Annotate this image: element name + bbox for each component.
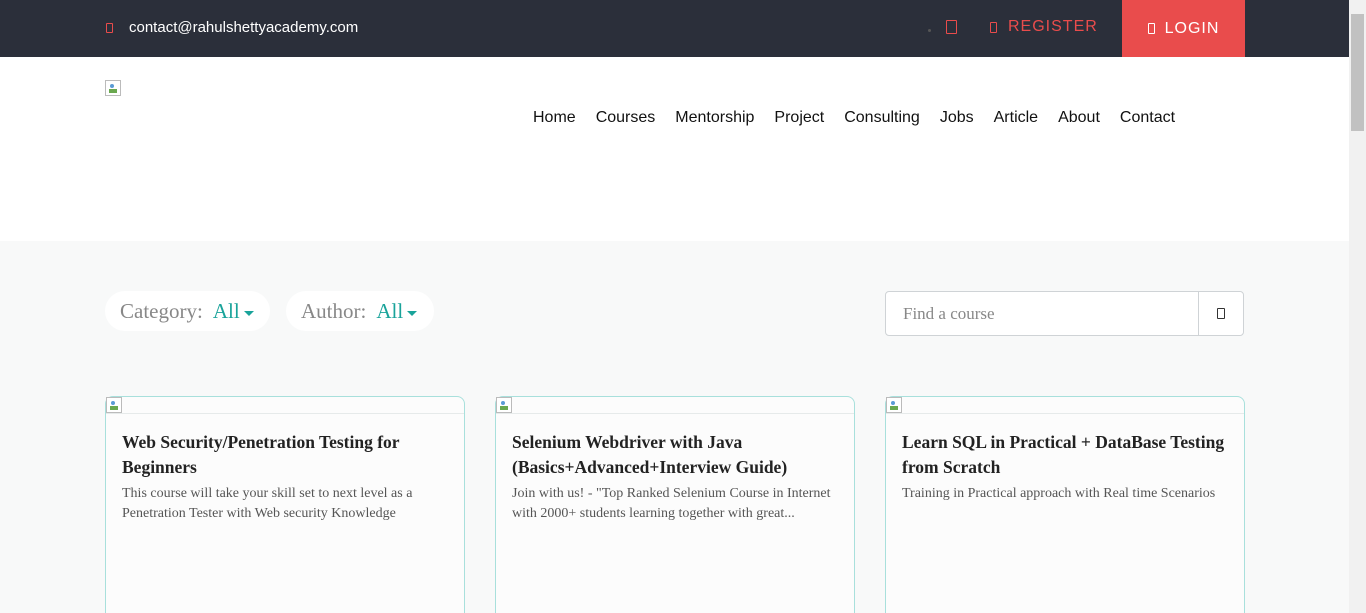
user-icon bbox=[990, 21, 997, 33]
course-description: This course will take your skill set to … bbox=[122, 486, 413, 521]
card-divider bbox=[886, 413, 1244, 414]
nav-project[interactable]: Project bbox=[774, 109, 824, 127]
nav-mentorship[interactable]: Mentorship bbox=[675, 109, 754, 127]
contact-email[interactable]: contact@rahulshettyacademy.com bbox=[106, 19, 358, 36]
course-description: Training in Practical approach with Real… bbox=[902, 486, 1216, 501]
author-filter[interactable]: Author: All bbox=[286, 291, 434, 331]
nav-article[interactable]: Article bbox=[994, 109, 1038, 127]
envelope-icon bbox=[106, 22, 113, 33]
page-scrollbar[interactable] bbox=[1349, 0, 1366, 613]
nav-home[interactable]: Home bbox=[533, 109, 576, 127]
course-card[interactable]: Selenium Webdriver with Java (Basics+Adv… bbox=[495, 396, 855, 613]
course-card[interactable]: Web Security/Penetration Testing for Beg… bbox=[105, 396, 465, 613]
course-description: Join with us! - "Top Ranked Selenium Cou… bbox=[512, 486, 831, 521]
course-title[interactable]: Selenium Webdriver with Java (Basics+Adv… bbox=[512, 430, 842, 480]
author-value: All bbox=[376, 298, 404, 323]
register-label: REGISTER bbox=[1008, 18, 1098, 35]
nav-contact[interactable]: Contact bbox=[1120, 109, 1175, 127]
scrollbar-thumb[interactable] bbox=[1351, 14, 1364, 131]
search-input[interactable] bbox=[886, 292, 1199, 335]
category-value: All bbox=[212, 298, 240, 323]
card-divider bbox=[106, 413, 464, 414]
caret-down-icon bbox=[407, 310, 418, 316]
nav-jobs[interactable]: Jobs bbox=[940, 109, 974, 127]
main-nav: Home Courses Mentorship Project Consulti… bbox=[533, 109, 1195, 127]
nav-about[interactable]: About bbox=[1058, 109, 1100, 127]
register-link[interactable]: REGISTER bbox=[990, 18, 1098, 36]
search-button[interactable] bbox=[1198, 292, 1243, 335]
separator-dot bbox=[928, 29, 931, 32]
login-label: LOGIN bbox=[1164, 19, 1220, 37]
login-button[interactable]: LOGIN bbox=[1122, 0, 1245, 57]
course-thumbnail[interactable] bbox=[496, 397, 512, 413]
caret-down-icon bbox=[243, 310, 254, 316]
top-bar: contact@rahulshettyacademy.com REGISTER … bbox=[0, 0, 1349, 57]
nav-consulting[interactable]: Consulting bbox=[844, 109, 920, 127]
course-thumbnail[interactable] bbox=[886, 397, 902, 413]
contact-email-text: contact@rahulshettyacademy.com bbox=[129, 19, 359, 36]
author-label: Author: bbox=[301, 298, 367, 323]
cart-icon[interactable] bbox=[946, 20, 957, 34]
site-logo[interactable] bbox=[105, 80, 121, 96]
course-title[interactable]: Learn SQL in Practical + DataBase Testin… bbox=[902, 430, 1232, 480]
category-filter[interactable]: Category: All bbox=[105, 291, 270, 331]
nav-courses[interactable]: Courses bbox=[596, 109, 656, 127]
search-icon bbox=[1217, 308, 1226, 319]
course-search bbox=[885, 291, 1244, 336]
lock-icon bbox=[1147, 23, 1155, 34]
course-card[interactable]: Learn SQL in Practical + DataBase Testin… bbox=[885, 396, 1245, 613]
course-thumbnail[interactable] bbox=[106, 397, 122, 413]
site-header: Home Courses Mentorship Project Consulti… bbox=[0, 57, 1349, 241]
category-label: Category: bbox=[120, 298, 203, 323]
card-divider bbox=[496, 413, 854, 414]
broken-image-icon bbox=[105, 80, 121, 96]
course-title[interactable]: Web Security/Penetration Testing for Beg… bbox=[122, 430, 452, 480]
